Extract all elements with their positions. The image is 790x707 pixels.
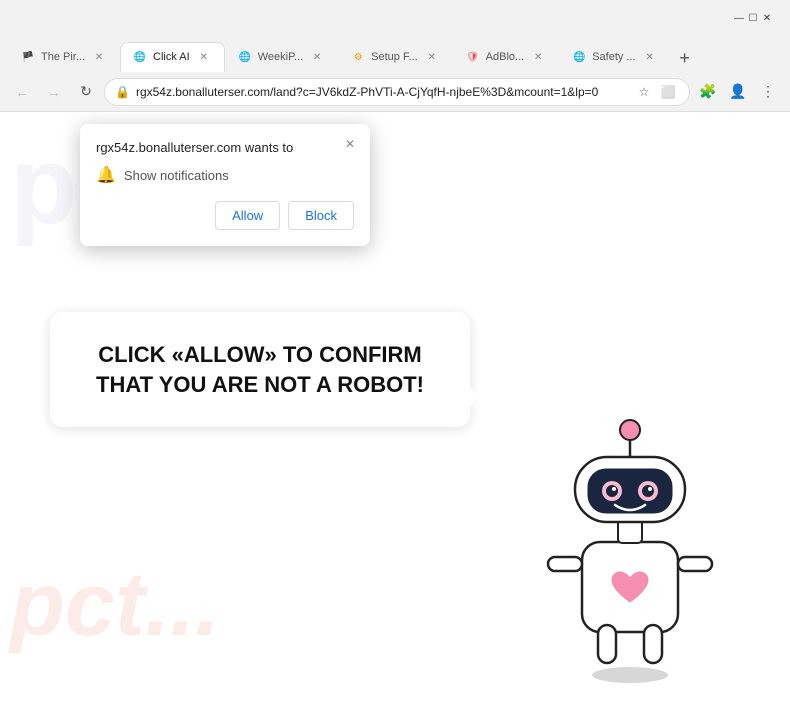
tab-weekly-favicon: 🌐 — [238, 50, 252, 64]
popup-site-text: rgx54z.bonalluterser.com wants to — [96, 140, 354, 155]
browser-window: — ☐ ✕ 🏴 The Pir... ✕ 🌐 Click AI ✕ 🌐 Week… — [0, 0, 790, 112]
tab-setup-favicon: ⚙ — [351, 50, 365, 64]
main-content: CLICK «ALLOW» TO CONFIRM THAT YOU ARE NO… — [50, 312, 750, 427]
back-button[interactable]: ← — [8, 78, 36, 106]
bell-icon: 🔔 — [96, 165, 116, 185]
extensions-button[interactable]: 🧩 — [694, 78, 722, 106]
address-actions: ☆ ⬜ — [633, 81, 679, 103]
tab-weekly[interactable]: 🌐 WeekiP... ✕ — [225, 42, 338, 72]
tab-weekly-label: WeekiP... — [258, 51, 303, 63]
tab-setup-close[interactable]: ✕ — [424, 49, 440, 65]
notification-popup: ✕ rgx54z.bonalluterser.com wants to 🔔 Sh… — [80, 124, 370, 246]
watermark-bottom: pct... — [10, 554, 220, 657]
bookmark-icon[interactable]: ☆ — [633, 81, 655, 103]
address-bar[interactable]: 🔒 rgx54z.bonalluterser.com/land?c=JV6kdZ… — [104, 78, 690, 106]
robot-illustration — [530, 397, 730, 677]
refresh-button[interactable]: ↻ — [72, 78, 100, 106]
tab-safety-label: Safety ... — [592, 51, 635, 63]
toolbar: ← → ↻ 🔒 rgx54z.bonalluterser.com/land?c=… — [0, 72, 790, 112]
cast-icon[interactable]: ⬜ — [657, 81, 679, 103]
tab-safety-favicon: 🌐 — [572, 50, 586, 64]
page-content: pct... pct... ✕ rgx54z.bonalluterser.com… — [0, 112, 790, 707]
address-text: rgx54z.bonalluterser.com/land?c=JV6kdZ-P… — [136, 85, 627, 99]
popup-permission-text: Show notifications — [124, 168, 229, 183]
tab-safety-close[interactable]: ✕ — [642, 49, 658, 65]
menu-button[interactable]: ⋮ — [754, 78, 782, 106]
tab-pirate-favicon: 🏴 — [21, 50, 35, 64]
tab-adblock-close[interactable]: ✕ — [530, 49, 546, 65]
tab-clickai-label: Click AI — [153, 51, 190, 63]
tab-adblock-favicon: 🛡 — [466, 50, 480, 64]
tab-pirate-close[interactable]: ✕ — [91, 49, 107, 65]
speech-bubble: CLICK «ALLOW» TO CONFIRM THAT YOU ARE NO… — [50, 312, 470, 427]
tab-weekly-close[interactable]: ✕ — [309, 49, 325, 65]
close-icon: ✕ — [345, 137, 355, 151]
bubble-message: CLICK «ALLOW» TO CONFIRM THAT YOU ARE NO… — [86, 340, 434, 399]
tab-clickai[interactable]: 🌐 Click AI ✕ — [120, 42, 225, 72]
new-tab-button[interactable]: + — [671, 44, 699, 72]
popup-buttons: Allow Block — [96, 201, 354, 230]
profile-button[interactable]: 👤 — [724, 78, 752, 106]
tab-setup-label: Setup F... — [371, 51, 417, 63]
tab-clickai-favicon: 🌐 — [133, 50, 147, 64]
maximize-button[interactable]: ☐ — [746, 11, 760, 25]
popup-permission-row: 🔔 Show notifications — [96, 165, 354, 185]
toolbar-right: 🧩 👤 ⋮ — [694, 78, 782, 106]
forward-button[interactable]: → — [40, 78, 68, 106]
tabs-bar: 🏴 The Pir... ✕ 🌐 Click AI ✕ 🌐 WeekiP... … — [0, 36, 790, 72]
block-button[interactable]: Block — [288, 201, 354, 230]
tab-pirate[interactable]: 🏴 The Pir... ✕ — [8, 42, 120, 72]
title-bar: — ☐ ✕ — [0, 0, 790, 36]
tab-adblock[interactable]: 🛡 AdBlo... ✕ — [453, 42, 560, 72]
tab-clickai-close[interactable]: ✕ — [196, 49, 212, 65]
window-controls: — ☐ ✕ — [732, 11, 774, 25]
tab-adblock-label: AdBlo... — [486, 51, 525, 63]
robot-svg — [530, 397, 730, 687]
close-button[interactable]: ✕ — [760, 11, 774, 25]
tab-pirate-label: The Pir... — [41, 51, 85, 63]
lock-icon: 🔒 — [115, 85, 130, 99]
tab-safety[interactable]: 🌐 Safety ... ✕ — [559, 42, 670, 72]
minimize-button[interactable]: — — [732, 11, 746, 25]
popup-close-button[interactable]: ✕ — [340, 134, 360, 154]
tab-setup[interactable]: ⚙ Setup F... ✕ — [338, 42, 452, 72]
allow-button[interactable]: Allow — [215, 201, 280, 230]
